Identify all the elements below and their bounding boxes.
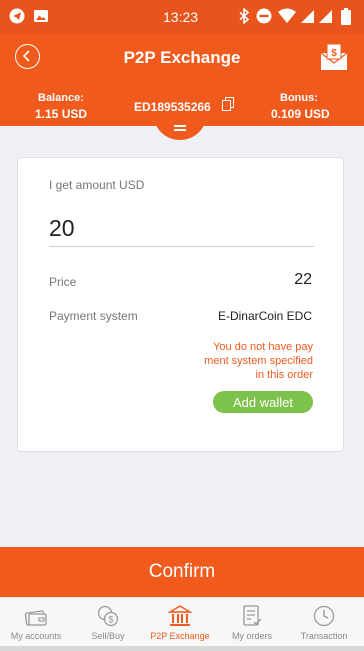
- nav-transaction[interactable]: Transaction: [288, 598, 360, 647]
- bonus-value: 0.109 USD: [271, 107, 330, 121]
- signal-icon: [301, 10, 314, 23]
- wifi-icon: [278, 8, 296, 23]
- warning-line: ment system specified: [204, 355, 313, 367]
- payment-system-warning: You do not have pay ment system specifie…: [188, 340, 313, 382]
- signal-icon: [319, 10, 332, 23]
- price-value: 22: [294, 271, 312, 288]
- confirm-button[interactable]: Confirm: [0, 547, 364, 597]
- page-title: P2P Exchange: [123, 48, 241, 67]
- envelope-icon: $: [320, 43, 348, 70]
- pull-tab-handle[interactable]: [153, 111, 207, 140]
- orders-icon: [243, 605, 262, 626]
- status-bar: 13:23: [0, 0, 364, 34]
- clock-icon: [313, 605, 335, 627]
- nav-my-accounts[interactable]: My accounts: [0, 598, 72, 647]
- payment-system-value: E-DinarCoin EDC: [217, 309, 312, 323]
- nav-label: Transaction: [300, 631, 348, 641]
- wallet-icon: [24, 610, 47, 626]
- svg-text:$: $: [108, 615, 113, 625]
- copy-icon[interactable]: [222, 97, 234, 111]
- image-icon: [34, 10, 48, 22]
- payment-system-label: Payment system: [49, 309, 138, 323]
- bluetooth-icon: [239, 8, 250, 24]
- svg-text:$: $: [331, 48, 337, 59]
- coins-icon: $: [97, 605, 119, 627]
- nav-sell-buy[interactable]: $ Sell/Buy: [72, 598, 144, 647]
- messages-button[interactable]: $: [320, 43, 348, 71]
- system-nav-strip: [0, 646, 364, 651]
- balance-label: Balance:: [38, 92, 84, 104]
- price-label: Price: [49, 275, 77, 289]
- amount-input[interactable]: [49, 210, 314, 247]
- balance-value: 1.15 USD: [35, 107, 88, 121]
- do-not-disturb-icon: [256, 8, 272, 24]
- warning-line: in this order: [255, 369, 313, 381]
- nav-p2p-exchange[interactable]: P2P Exchange: [144, 598, 216, 647]
- battery-icon: [341, 8, 351, 25]
- order-card: I get amount USD Price 22 Payment system…: [17, 157, 344, 452]
- amount-label: I get amount USD: [49, 178, 145, 192]
- telegram-icon: [9, 8, 25, 24]
- nav-my-orders[interactable]: My orders: [216, 598, 288, 647]
- bottom-nav: My accounts $ Sell/Buy P2P Exchange My o…: [0, 597, 364, 646]
- warning-line: You do not have pay: [213, 341, 313, 353]
- bonus-label: Bonus:: [280, 92, 318, 104]
- add-wallet-button[interactable]: Add wallet: [213, 391, 313, 413]
- status-time: 13:23: [163, 9, 199, 25]
- drag-handle-icon: [174, 129, 186, 131]
- bank-icon: [168, 605, 192, 626]
